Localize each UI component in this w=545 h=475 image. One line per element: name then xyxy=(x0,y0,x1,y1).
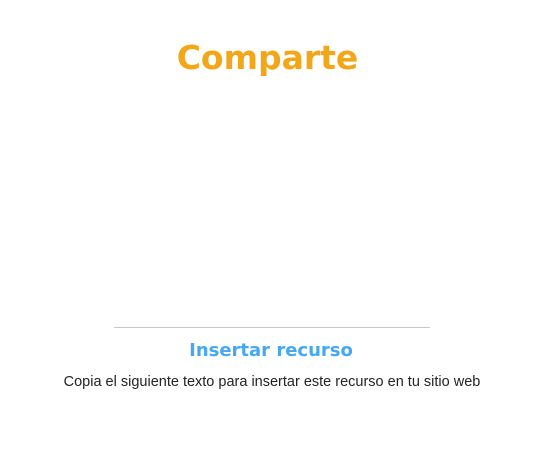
share-title: Comparte xyxy=(176,38,359,77)
share-panel: Comparte Insertar recurso Copia el sigui… xyxy=(0,0,545,475)
embed-title: Insertar recurso xyxy=(189,340,353,361)
share-buttons-area xyxy=(114,95,430,315)
embed-instructions: Copia el siguiente texto para insertar e… xyxy=(63,374,481,390)
section-divider xyxy=(114,327,430,328)
